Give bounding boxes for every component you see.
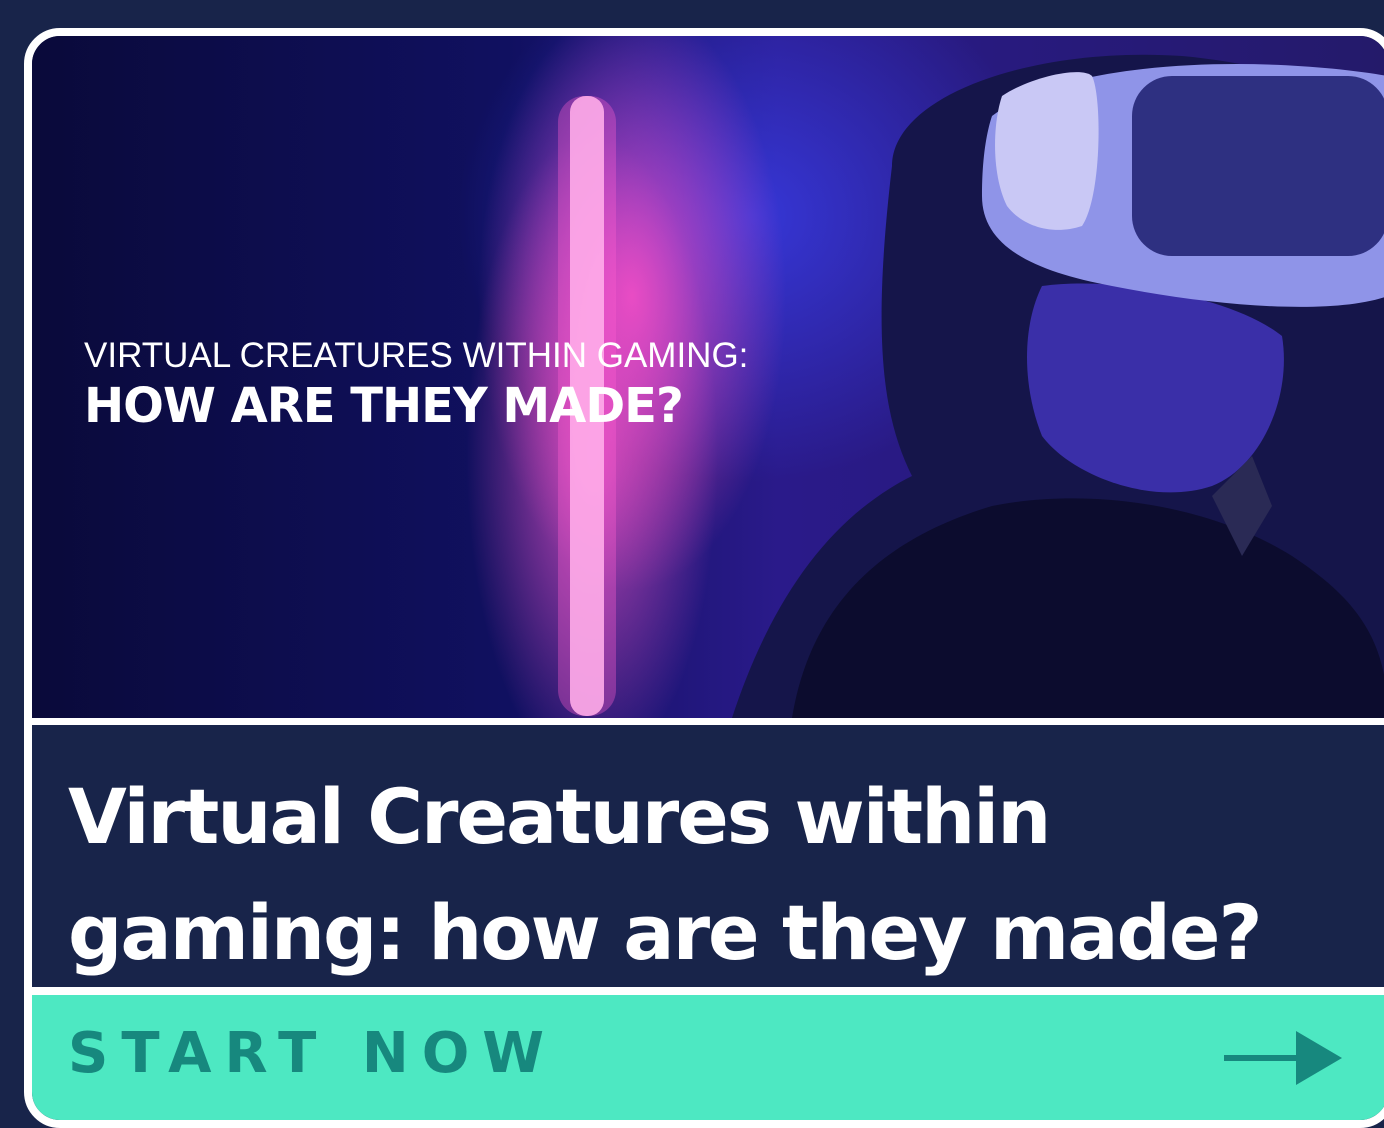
hero-overline: VIRTUAL CREATURES WITHIN GAMING: [84, 336, 749, 375]
title-block: Virtual Creatures within gaming: how are… [32, 725, 1384, 987]
hero-image: VIRTUAL CREATURES WITHIN GAMING: HOW ARE… [32, 36, 1384, 718]
start-now-label: START NOW [68, 1021, 558, 1086]
article-card[interactable]: VIRTUAL CREATURES WITHIN GAMING: HOW ARE… [24, 28, 1384, 1128]
vr-headset-illustration [558, 54, 1384, 718]
arrow-right-icon [1224, 1031, 1342, 1085]
hero-headline: HOW ARE THEY MADE? [84, 378, 684, 434]
start-now-button[interactable]: START NOW [32, 995, 1384, 1120]
divider [32, 718, 1384, 725]
divider [32, 987, 1384, 995]
article-title[interactable]: Virtual Creatures within gaming: how are… [68, 759, 1358, 991]
